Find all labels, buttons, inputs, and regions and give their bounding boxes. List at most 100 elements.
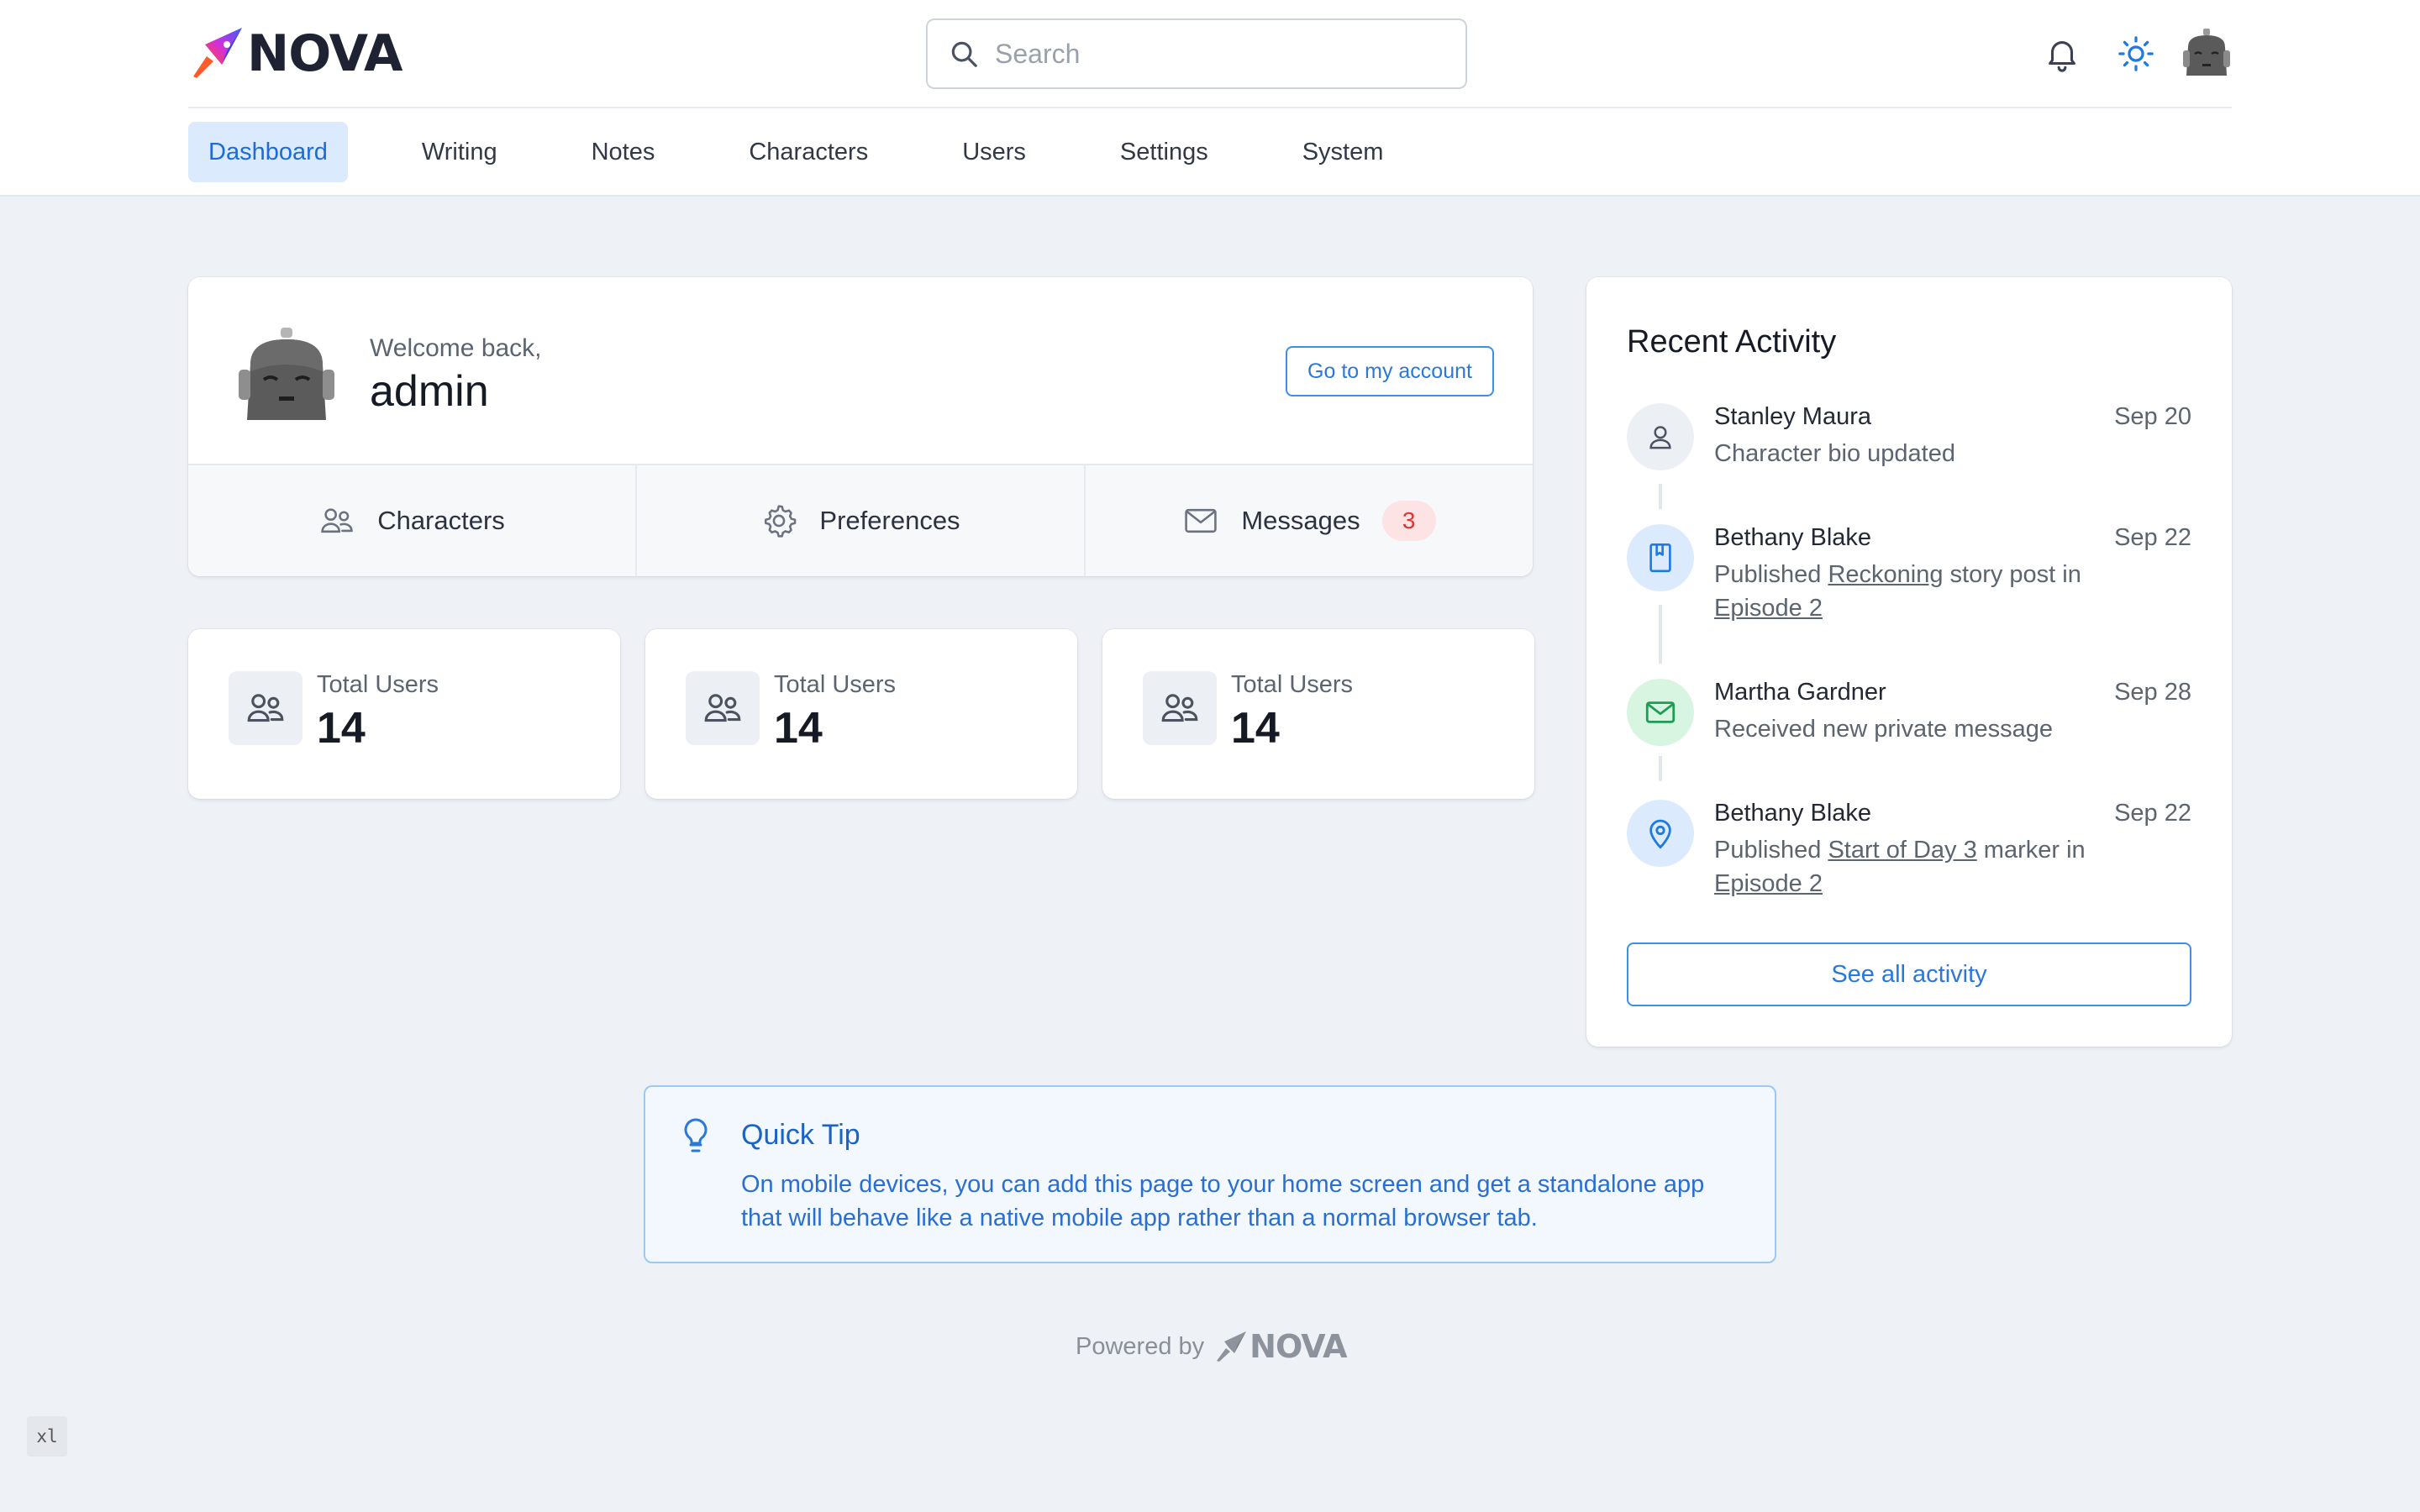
quick-tip-panel: Quick Tip On mobile devices, you can add…	[644, 1085, 1776, 1263]
users-icon	[704, 694, 741, 722]
stat-icon-box	[686, 671, 760, 745]
activity-item: Stanley Maura Sep 20 Character bio updat…	[1627, 403, 2191, 479]
stat-label: Total Users	[317, 671, 439, 698]
gear-icon	[765, 505, 797, 538]
marker-link[interactable]: Start of Day 3	[1828, 837, 1976, 864]
stat-card: Total Users 14	[1102, 629, 1534, 799]
users-icon	[247, 694, 284, 722]
app-header: NOVA Search Dashboard Writing Notes Char…	[0, 0, 2420, 197]
quick-link-label: Preferences	[819, 506, 960, 535]
activity-item: Bethany Blake Sep 22 Published Reckoning…	[1627, 524, 2191, 633]
stat-icon-box	[1143, 671, 1217, 745]
mail-icon	[1185, 508, 1218, 533]
breakpoint-indicator: xl	[27, 1416, 67, 1457]
go-to-account-button[interactable]: Go to my account	[1286, 346, 1494, 396]
user-icon	[1649, 426, 1671, 449]
lightbulb-icon	[676, 1116, 716, 1156]
activity-icon-circle	[1627, 800, 1694, 867]
episode-link[interactable]: Episode 2	[1714, 595, 1823, 622]
see-all-activity-button[interactable]: See all activity	[1627, 942, 2191, 1006]
top-bar: NOVA	[188, 0, 2232, 108]
robot-avatar-icon	[2183, 29, 2230, 76]
timeline-connector	[1659, 484, 1662, 509]
brand-name: NOVA	[247, 24, 402, 83]
tip-text: On mobile devices, you can add this page…	[741, 1171, 1705, 1231]
nova-logo-icon	[1217, 1331, 1247, 1362]
stat-icon-box	[229, 671, 302, 745]
welcome-greeting: Welcome back,	[370, 334, 542, 362]
avatar	[232, 321, 341, 430]
timeline-connector	[1659, 756, 1662, 781]
stat-value: 14	[1231, 704, 1280, 753]
welcome-username: admin	[370, 367, 489, 416]
stat-label: Total Users	[1231, 671, 1354, 698]
activity-icon-circle	[1627, 679, 1694, 746]
activity-text: Published	[1714, 561, 1828, 588]
recent-activity-card: Recent Activity Stanley Maura Sep 20 Cha…	[1586, 277, 2232, 1047]
stat-card: Total Users 14	[188, 629, 620, 799]
quick-link-label: Messages	[1241, 506, 1360, 535]
nav-system[interactable]: System	[1282, 122, 1404, 182]
search-icon	[951, 41, 977, 67]
tip-title: Quick Tip	[741, 1119, 860, 1151]
quick-link-messages[interactable]: Messages 3	[1086, 465, 1533, 576]
episode-link[interactable]: Episode 2	[1714, 870, 1823, 897]
activity-date: Sep 28	[2114, 679, 2191, 706]
user-menu-avatar[interactable]	[2178, 25, 2235, 82]
activity-description: Character bio updated	[1714, 440, 1955, 467]
footer-brand: NOVA	[1249, 1328, 1347, 1365]
activity-user: Bethany Blake	[1714, 524, 1872, 551]
story-link[interactable]: Reckoning	[1828, 561, 1943, 588]
activity-title: Recent Activity	[1627, 324, 1837, 360]
bell-icon	[2049, 41, 2075, 72]
robot-avatar-icon	[239, 328, 334, 420]
footer: Powered by NOVA	[1076, 1327, 1347, 1366]
nav-dashboard[interactable]: Dashboard	[188, 122, 348, 182]
search-box[interactable]	[926, 18, 1467, 89]
activity-text: Published	[1714, 837, 1828, 864]
book-icon	[1649, 543, 1671, 573]
activity-icon-circle	[1627, 403, 1694, 470]
main-nav: Dashboard Writing Notes Characters Users…	[188, 122, 1457, 182]
stat-value: 14	[774, 704, 823, 753]
activity-description: Published Reckoning story post in Episod…	[1714, 558, 2134, 625]
activity-date: Sep 20	[2114, 403, 2191, 430]
activity-icon-circle	[1627, 524, 1694, 591]
theme-toggle-button[interactable]	[2111, 29, 2161, 79]
activity-item: Bethany Blake Sep 22 Published Start of …	[1627, 800, 2191, 909]
quick-link-label: Characters	[377, 506, 505, 535]
nav-characters[interactable]: Characters	[729, 122, 888, 182]
mail-icon	[1645, 701, 1676, 723]
nav-users[interactable]: Users	[942, 122, 1046, 182]
activity-date: Sep 22	[2114, 524, 2191, 551]
activity-text: marker in	[1976, 837, 2086, 864]
quick-links: Characters Preferences Messages 3	[188, 464, 1533, 576]
users-icon	[1161, 694, 1198, 722]
activity-date: Sep 22	[2114, 800, 2191, 827]
activity-user: Martha Gardner	[1714, 679, 1886, 706]
quick-link-characters[interactable]: Characters	[188, 465, 637, 576]
activity-item: Martha Gardner Sep 28 Received new priva…	[1627, 679, 2191, 754]
search-input[interactable]	[995, 38, 1449, 70]
activity-text: story post in	[1943, 561, 2081, 588]
users-icon	[321, 508, 353, 533]
nav-writing[interactable]: Writing	[402, 122, 518, 182]
nav-notes[interactable]: Notes	[571, 122, 676, 182]
quick-link-preferences[interactable]: Preferences	[637, 465, 1086, 576]
stat-card: Total Users 14	[645, 629, 1077, 799]
brand-logo[interactable]: NOVA	[188, 25, 402, 82]
activity-description: Received new private message	[1714, 716, 2053, 743]
nova-logo-icon	[193, 28, 242, 78]
activity-description: Published Start of Day 3 marker in Episo…	[1714, 833, 2134, 900]
sun-icon	[2118, 36, 2154, 71]
activity-user: Bethany Blake	[1714, 800, 1872, 827]
map-pin-icon	[1649, 819, 1671, 849]
notifications-button[interactable]	[2037, 29, 2087, 79]
nav-settings[interactable]: Settings	[1100, 122, 1228, 182]
stat-label: Total Users	[774, 671, 897, 698]
stat-value: 14	[317, 704, 366, 753]
activity-user: Stanley Maura	[1714, 403, 1871, 430]
powered-by-text: Powered by	[1076, 1332, 1205, 1360]
welcome-card: Welcome back, admin Go to my account Cha…	[188, 277, 1533, 576]
messages-count-badge: 3	[1381, 501, 1436, 541]
